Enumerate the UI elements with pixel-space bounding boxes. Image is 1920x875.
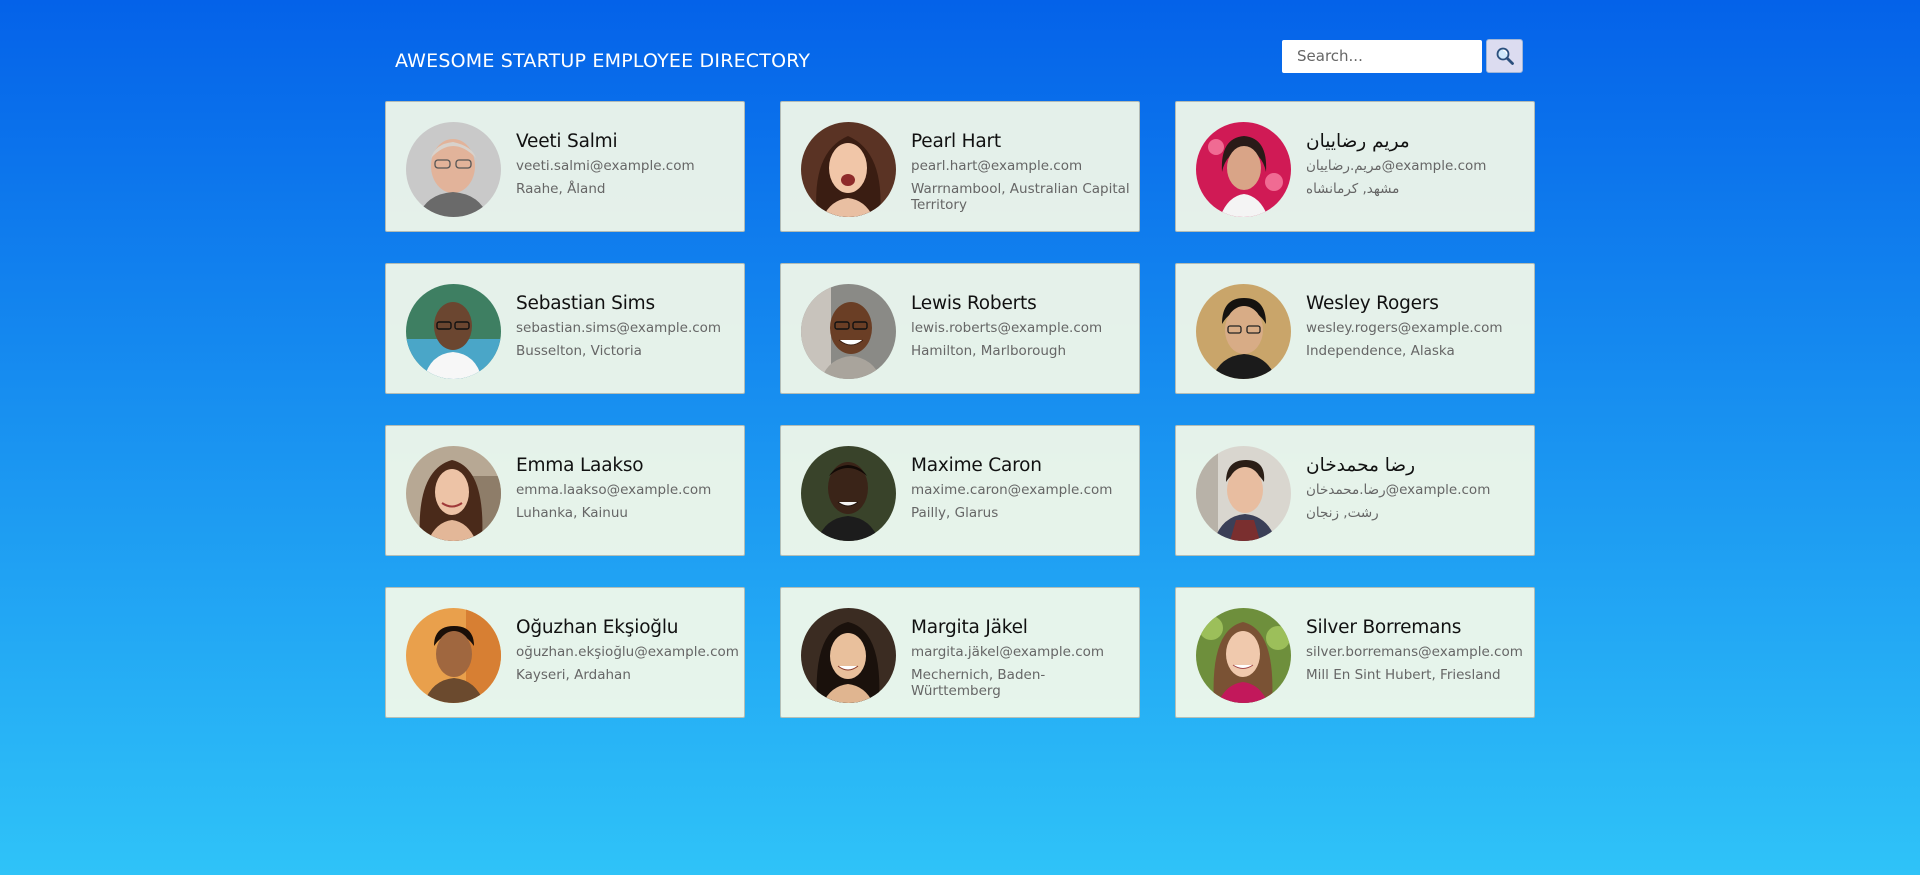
employee-email: sebastian.sims@example.com — [516, 320, 722, 336]
employee-avatar — [801, 122, 896, 217]
employee-name: Sebastian Sims — [516, 293, 655, 314]
employee-card[interactable]: Pearl Hart pearl.hart@example.com Warrna… — [780, 101, 1140, 232]
employee-avatar — [1196, 122, 1291, 217]
employee-email: lewis.roberts@example.com — [911, 320, 1103, 336]
employee-name: Lewis Roberts — [911, 293, 1037, 314]
employee-card[interactable]: Maxime Caron maxime.caron@example.com Pa… — [780, 425, 1140, 556]
employee-location: Independence, Alaska — [1306, 343, 1455, 359]
employee-name: Silver Borremans — [1306, 617, 1462, 638]
employee-email: رضا.محمدخان@example.com — [1306, 482, 1491, 498]
employee-avatar — [801, 608, 896, 703]
employee-location: Warrnambool, Australian Capital Territor… — [911, 181, 1130, 213]
employee-location: Pailly, Glarus — [911, 505, 999, 521]
employee-info: Oğuzhan Ekşioğlu oğuzhan.ekşioğlu@exampl… — [516, 617, 739, 683]
employee-card[interactable]: Silver Borremans silver.borremans@exampl… — [1175, 587, 1535, 718]
employee-name: رضا محمدخان — [1306, 455, 1416, 476]
employee-location: Raahe, Åland — [516, 181, 606, 197]
employee-avatar — [801, 446, 896, 541]
directory-container: AWESOME STARTUP EMPLOYEE DIRECTORY Searc… — [385, 0, 1535, 718]
employee-avatar — [1196, 608, 1291, 703]
employee-info: Pearl Hart pearl.hart@example.com Warrna… — [911, 131, 1133, 213]
employee-location: Luhanka, Kainuu — [516, 505, 628, 521]
employee-email: oğuzhan.ekşioğlu@example.com — [516, 644, 739, 660]
page-header: AWESOME STARTUP EMPLOYEE DIRECTORY — [385, 0, 1535, 100]
employee-card[interactable]: Veeti Salmi veeti.salmi@example.com Raah… — [385, 101, 745, 232]
employee-gallery: Veeti Salmi veeti.salmi@example.com Raah… — [385, 101, 1535, 718]
search-button[interactable] — [1486, 39, 1523, 73]
employee-location: Kayseri, Ardahan — [516, 667, 631, 683]
employee-location: Hamilton, Marlborough — [911, 343, 1067, 359]
employee-avatar — [1196, 446, 1291, 541]
search-form — [1282, 39, 1523, 73]
employee-email: margita.jäkel@example.com — [911, 644, 1105, 660]
employee-avatar — [406, 122, 501, 217]
employee-avatar — [406, 284, 501, 379]
employee-info: Veeti Salmi veeti.salmi@example.com Raah… — [516, 131, 738, 197]
employee-card[interactable]: Margita Jäkel margita.jäkel@example.com … — [780, 587, 1140, 718]
employee-location: رشت, زنجان — [1306, 505, 1379, 521]
employee-email: wesley.rogers@example.com — [1306, 320, 1503, 336]
employee-card[interactable]: Emma Laakso emma.laakso@example.com Luha… — [385, 425, 745, 556]
employee-avatar — [1196, 284, 1291, 379]
employee-email: veeti.salmi@example.com — [516, 158, 695, 174]
search-input[interactable] — [1282, 39, 1482, 73]
employee-name: Veeti Salmi — [516, 131, 618, 152]
employee-name: Emma Laakso — [516, 455, 644, 476]
employee-card[interactable]: Lewis Roberts lewis.roberts@example.com … — [780, 263, 1140, 394]
employee-name: Maxime Caron — [911, 455, 1042, 476]
employee-card[interactable]: Wesley Rogers wesley.rogers@example.com … — [1175, 263, 1535, 394]
page-title: AWESOME STARTUP EMPLOYEE DIRECTORY — [395, 50, 811, 72]
employee-avatar — [406, 608, 501, 703]
employee-info: Wesley Rogers wesley.rogers@example.com … — [1306, 293, 1528, 359]
employee-email: maxime.caron@example.com — [911, 482, 1113, 498]
employee-info: Margita Jäkel margita.jäkel@example.com … — [911, 617, 1133, 699]
employee-email: مریم.رضاییان@example.com — [1306, 158, 1487, 174]
employee-name: مریم رضاییان — [1306, 131, 1410, 152]
employee-location: Mechernich, Baden-Württemberg — [911, 667, 1046, 699]
employee-card[interactable]: رضا محمدخان رضا.محمدخان@example.com رشت,… — [1175, 425, 1535, 556]
employee-avatar — [801, 284, 896, 379]
employee-name: Pearl Hart — [911, 131, 1001, 152]
employee-card[interactable]: Sebastian Sims sebastian.sims@example.co… — [385, 263, 745, 394]
magnifying-glass-icon — [1496, 47, 1514, 65]
employee-email: pearl.hart@example.com — [911, 158, 1083, 174]
employee-info: Emma Laakso emma.laakso@example.com Luha… — [516, 455, 738, 521]
employee-location: Mill En Sint Hubert, Friesland — [1306, 667, 1501, 683]
employee-info: Maxime Caron maxime.caron@example.com Pa… — [911, 455, 1133, 521]
employee-card[interactable]: مریم رضاییان مریم.رضاییان@example.com مش… — [1175, 101, 1535, 232]
employee-location: مشهد, کرمانشاه — [1306, 181, 1400, 197]
employee-location: Busselton, Victoria — [516, 343, 642, 359]
employee-avatar — [406, 446, 501, 541]
employee-info: Lewis Roberts lewis.roberts@example.com … — [911, 293, 1133, 359]
employee-name: Oğuzhan Ekşioğlu — [516, 617, 679, 638]
employee-card[interactable]: Oğuzhan Ekşioğlu oğuzhan.ekşioğlu@exampl… — [385, 587, 745, 718]
employee-email: silver.borremans@example.com — [1306, 644, 1523, 660]
employee-info: Sebastian Sims sebastian.sims@example.co… — [516, 293, 738, 359]
employee-email: emma.laakso@example.com — [516, 482, 712, 498]
employee-info: Silver Borremans silver.borremans@exampl… — [1306, 617, 1528, 683]
employee-name: Wesley Rogers — [1306, 293, 1439, 314]
employee-name: Margita Jäkel — [911, 617, 1028, 638]
employee-info: مریم رضاییان مریم.رضاییان@example.com مش… — [1306, 131, 1528, 197]
employee-info: رضا محمدخان رضا.محمدخان@example.com رشت,… — [1306, 455, 1528, 521]
